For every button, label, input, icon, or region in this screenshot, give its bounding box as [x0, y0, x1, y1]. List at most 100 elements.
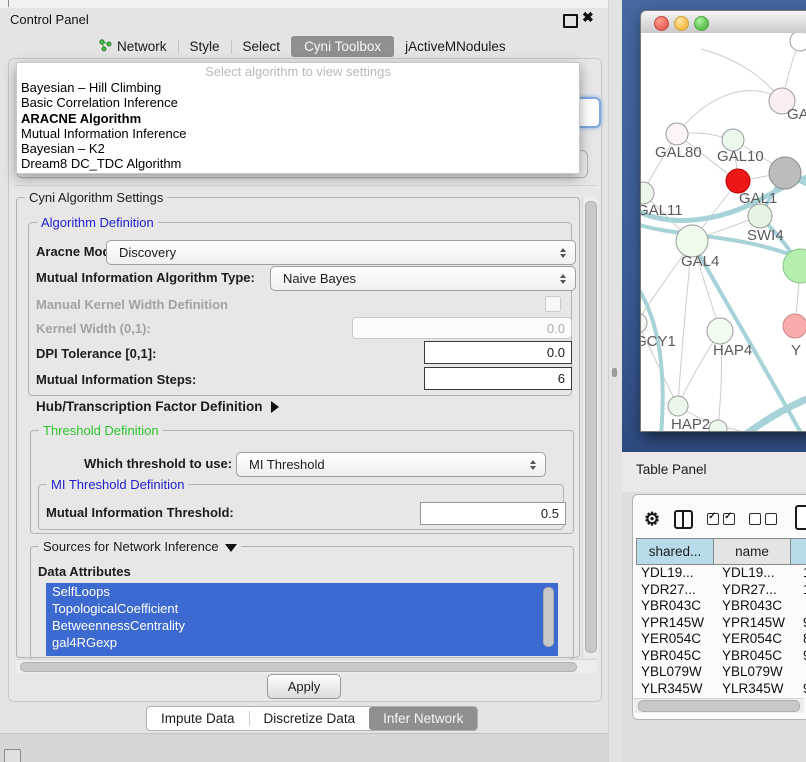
algorithm-option[interactable]: Bayesian – Hill Climbing: [17, 80, 579, 95]
table-cell: YPR145W: [636, 615, 717, 632]
table-scrollbar-thumb[interactable]: [638, 700, 800, 712]
scrollbar-thumb[interactable]: [585, 201, 597, 653]
network-node-swi4[interactable]: [748, 204, 772, 228]
node-label: HAP4: [713, 342, 752, 359]
tab-infer-network[interactable]: Infer Network: [369, 707, 477, 730]
data-attributes-list[interactable]: SelfLoopsTopologicalCoefficientBetweenne…: [46, 583, 558, 656]
tab-cyni-toolbox[interactable]: Cyni Toolbox: [291, 36, 394, 57]
network-node-gcy1[interactable]: [641, 313, 647, 333]
close-traffic-light[interactable]: [654, 16, 669, 31]
algorithm-list: Bayesian – Hill ClimbingBasic Correlatio…: [17, 80, 579, 172]
table-cell: 12: [798, 582, 806, 599]
table-cell: YDL19...: [636, 565, 717, 582]
table-cell: 8.: [798, 631, 806, 648]
deselect-all-checkboxes-icon[interactable]: [749, 513, 777, 525]
select-all-checkboxes-icon[interactable]: [707, 513, 735, 525]
tab-discretize-data[interactable]: Discretize Data: [250, 707, 370, 730]
tab-select[interactable]: Select: [232, 37, 292, 56]
combo-value: Discovery: [119, 245, 176, 260]
table-cell: 9.: [798, 648, 806, 665]
mi-type-combo[interactable]: Naive Bayes: [270, 266, 576, 291]
which-threshold-combo[interactable]: MI Threshold: [236, 452, 546, 477]
columns-icon[interactable]: [674, 510, 693, 529]
network-window: GALGAL80GAL10GAL1GAL11SWI4GAL4GCY1HAP4YH…: [640, 10, 806, 432]
divider-handle[interactable]: [612, 368, 617, 377]
table-cell: 9.: [798, 615, 806, 632]
combo-value: Naive Bayes: [283, 271, 356, 286]
attribute-list-item[interactable]: TopologicalCoefficient: [46, 600, 558, 617]
network-node-hap4[interactable]: [707, 318, 733, 344]
column-header[interactable]: A: [791, 539, 806, 564]
network-node-y[interactable]: [783, 314, 806, 338]
mi-steps-label: Mutual Information Steps:: [36, 368, 196, 391]
kernel-width-field[interactable]: 0.0: [352, 317, 572, 339]
table-cell: YBR045C: [636, 648, 717, 665]
table-cell: YLR345W: [717, 681, 798, 698]
network-node[interactable]: [769, 157, 801, 189]
manual-kernel-checkbox[interactable]: [545, 296, 561, 312]
zoom-traffic-light[interactable]: [694, 16, 709, 31]
tab-impute-data[interactable]: Impute Data: [147, 707, 249, 730]
data-attributes-label: Data Attributes: [38, 560, 131, 583]
float-panel-icon[interactable]: [563, 14, 578, 28]
apply-button[interactable]: Apply: [267, 674, 341, 699]
node-label: GAL: [787, 106, 806, 123]
spinner-arrows-icon: [530, 460, 536, 470]
settings-vertical-scrollbar[interactable]: [582, 197, 598, 657]
close-panel-icon[interactable]: ✖: [582, 9, 594, 26]
network-node-hap2[interactable]: [668, 396, 688, 416]
algorithm-option[interactable]: ARACNE Algorithm: [17, 111, 579, 126]
table-cell: YBR043C: [636, 598, 717, 615]
mi-threshold-field[interactable]: 0.5: [420, 502, 566, 525]
minimize-traffic-light[interactable]: [674, 16, 689, 31]
network-node-gal11[interactable]: [641, 182, 654, 204]
network-canvas-container: GALGAL80GAL10GAL1GAL11SWI4GAL4GCY1HAP4YH…: [641, 33, 806, 431]
algorithm-option[interactable]: Mutual Information Inference: [17, 126, 579, 141]
panel-divider[interactable]: [608, 0, 623, 762]
tab-jactivemnodules[interactable]: jActiveMNodules: [394, 37, 517, 56]
algorithm-option[interactable]: Bayesian – K2: [17, 141, 579, 156]
table-row[interactable]: YBL079WYBL079W: [636, 664, 806, 681]
aracne-mode-combo[interactable]: Discovery: [106, 240, 576, 265]
tab-network[interactable]: Network: [88, 37, 178, 57]
table-header-row: shared...nameA: [636, 538, 806, 565]
dpi-tolerance-field[interactable]: 0.0: [424, 341, 572, 364]
table-row[interactable]: YDR27...YDR27...12: [636, 582, 806, 599]
mi-steps-field[interactable]: 6: [424, 367, 572, 390]
scrollbar-thumb[interactable]: [20, 662, 577, 672]
attribute-list-item[interactable]: SelfLoops: [46, 583, 558, 600]
node-label: GCY1: [641, 333, 676, 350]
table-toolbar: ⚙: [644, 506, 777, 532]
network-canvas[interactable]: GALGAL80GAL10GAL1GAL11SWI4GAL4GCY1HAP4YH…: [641, 33, 806, 431]
table-panel-title: Table Panel: [636, 462, 707, 477]
control-panel-title: Control Panel: [10, 8, 89, 32]
column-header[interactable]: shared...: [637, 539, 714, 564]
new-table-icon[interactable]: [795, 505, 806, 530]
tab-style[interactable]: Style: [179, 37, 231, 56]
settings-horizontal-scrollbar[interactable]: [16, 659, 597, 673]
table-row[interactable]: YPR145WYPR145W9.: [636, 615, 806, 632]
network-node-gal80[interactable]: [666, 123, 688, 145]
minimized-window-icon[interactable]: [4, 749, 21, 762]
network-window-titlebar[interactable]: [641, 11, 806, 34]
table-row[interactable]: YLR345WYLR345W9.: [636, 681, 806, 698]
table-row[interactable]: YBR045CYBR045C9.: [636, 648, 806, 665]
algorithm-option[interactable]: Dream8 DC_TDC Algorithm: [17, 156, 579, 171]
network-node[interactable]: [709, 420, 727, 431]
column-header[interactable]: name: [714, 539, 791, 564]
table-row[interactable]: YBR043CYBR043C: [636, 598, 806, 615]
list-scrollbar-thumb[interactable]: [543, 587, 554, 647]
table-row[interactable]: YER054CYER054C8.: [636, 631, 806, 648]
gear-icon[interactable]: ⚙: [644, 507, 660, 531]
attribute-list-item[interactable]: gal4RGexp: [46, 634, 558, 651]
hub-definition-toggle[interactable]: Hub/Transcription Factor Definition: [36, 399, 279, 414]
table-cell: YLR345W: [636, 681, 717, 698]
kernel-width-label: Kernel Width (0,1):: [36, 317, 151, 340]
network-node[interactable]: [790, 33, 806, 51]
algorithm-option[interactable]: Basic Correlation Inference: [17, 95, 579, 110]
mi-threshold-label: Mutual Information Threshold:: [46, 501, 234, 524]
table-cell: [798, 598, 806, 615]
table-row[interactable]: YDL19...YDL19...13: [636, 565, 806, 582]
attribute-list-item[interactable]: BetweennessCentrality: [46, 617, 558, 634]
table-cell: YER054C: [636, 631, 717, 648]
